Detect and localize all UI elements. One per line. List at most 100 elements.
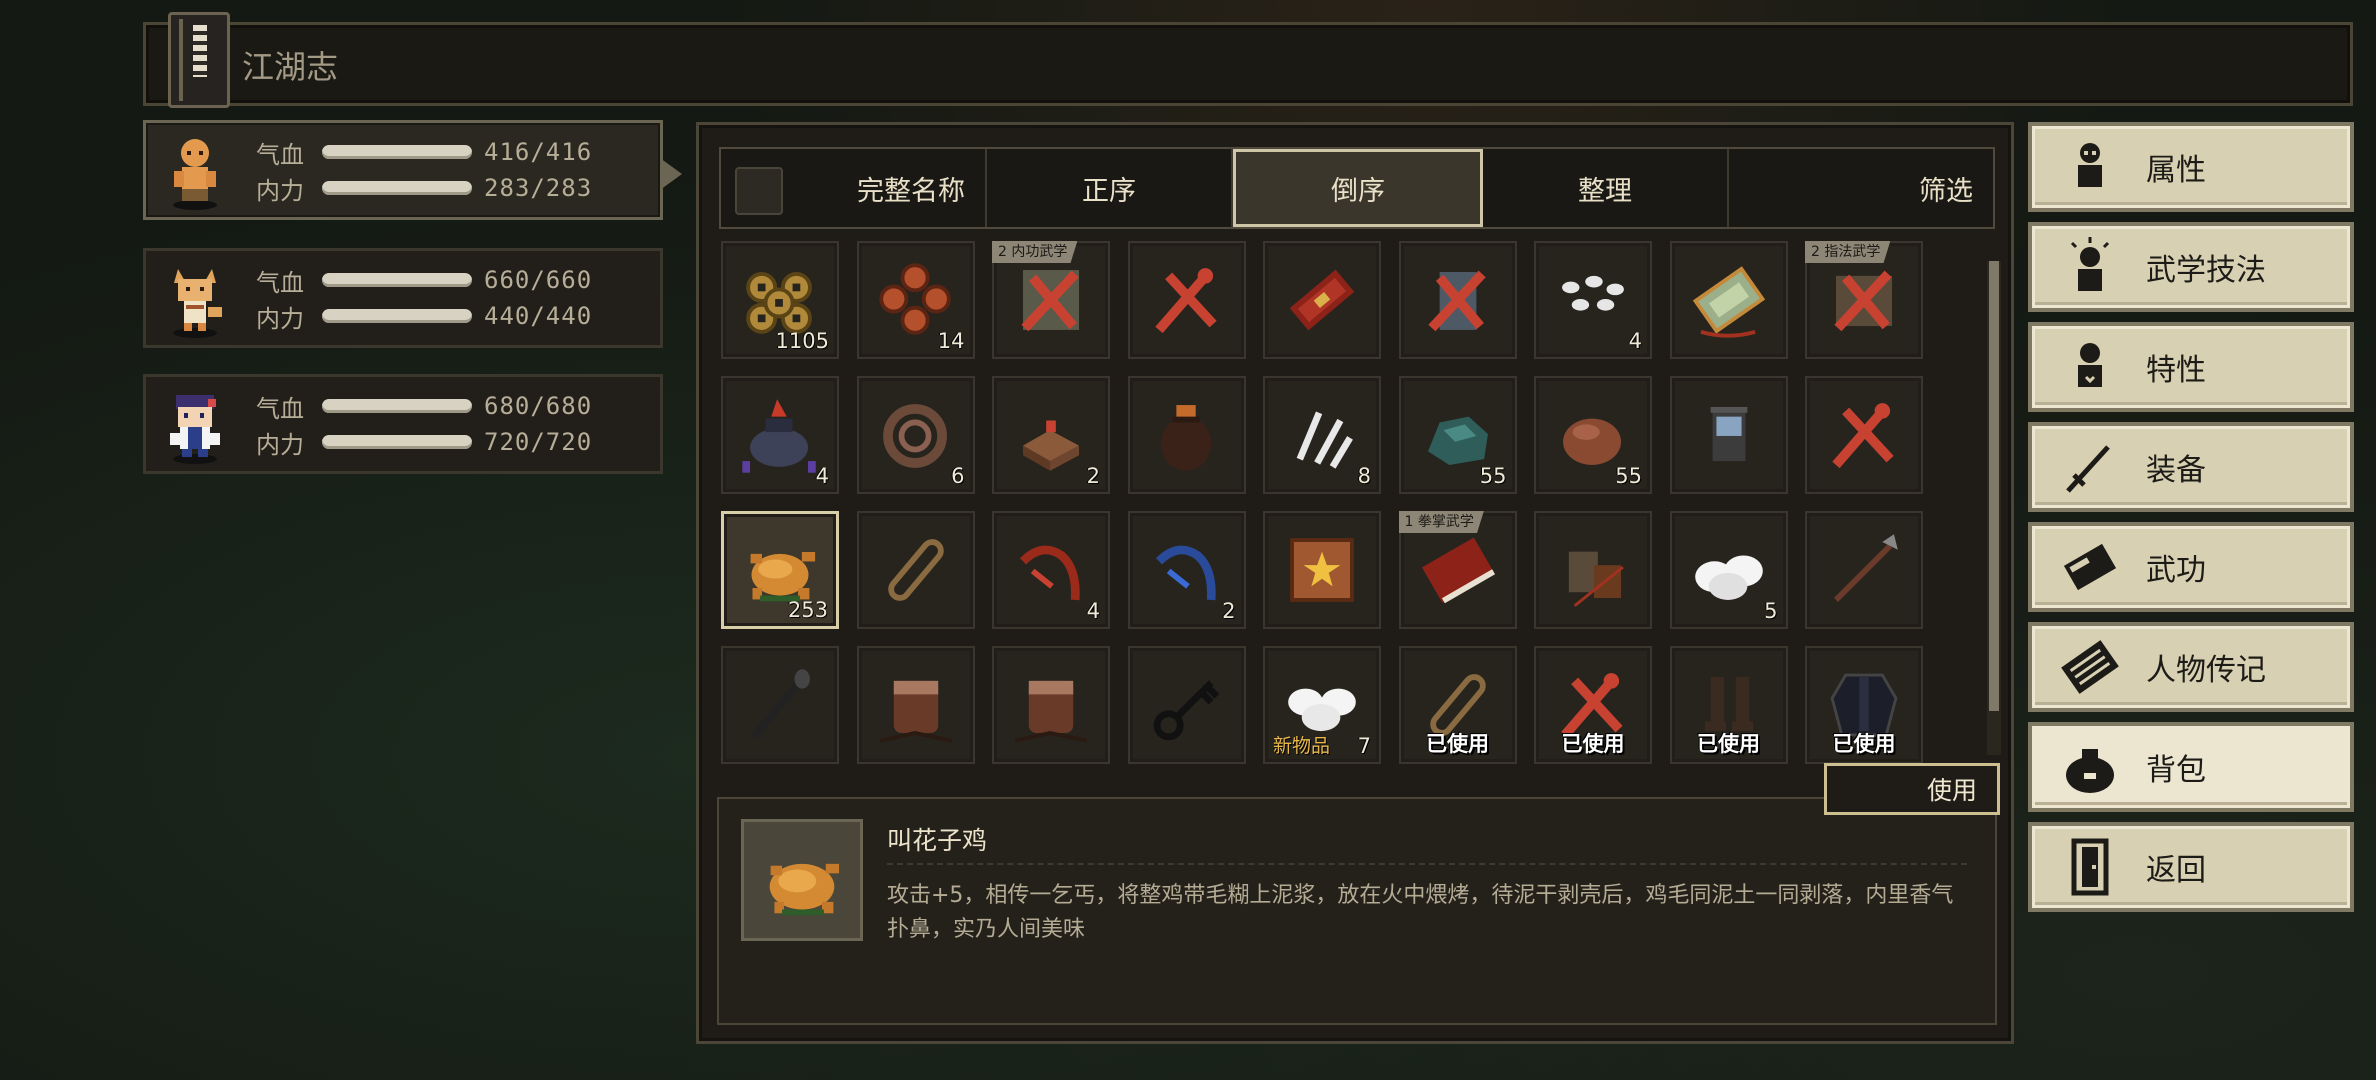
martial-book-icon — [2063, 543, 2117, 591]
barrel-icon — [879, 680, 952, 743]
mp-value: 440/440 — [484, 302, 593, 330]
book-icon — [168, 12, 230, 108]
item-count: 6 — [951, 464, 965, 488]
menu-label: 特性 — [2146, 353, 2206, 388]
full-name-checkbox[interactable] — [735, 167, 783, 215]
use-button[interactable]: 使用 — [1824, 763, 2000, 815]
bowl-bag-icon — [1568, 551, 1624, 607]
inventory-slot[interactable]: 2 — [1127, 511, 1246, 629]
inventory-slot[interactable] — [1669, 241, 1788, 359]
inventory-slot[interactable]: 已使用 — [1805, 646, 1923, 764]
jade-tablet-icon — [1692, 266, 1765, 338]
title-bar — [143, 22, 2353, 106]
inventory-slot[interactable]: 55 — [1398, 376, 1517, 494]
item-count: 2 — [1086, 464, 1100, 488]
inventory-slot[interactable]: 55 — [1534, 376, 1652, 494]
inventory-slot[interactable]: 6 — [856, 376, 975, 494]
item-count: 8 — [1357, 464, 1371, 488]
inventory-slot[interactable]: 已使用 — [1398, 646, 1517, 764]
menu-label: 武功 — [2146, 553, 2206, 588]
inventory-slot[interactable] — [1127, 646, 1246, 764]
item-count: 253 — [787, 598, 828, 622]
lantern-icon — [1710, 406, 1747, 462]
inventory-slot[interactable] — [1263, 511, 1381, 629]
roast-chicken-icon — [741, 819, 863, 941]
inventory-slot[interactable] — [1398, 241, 1517, 359]
inventory-slot[interactable]: 1 拳掌武学 — [1398, 511, 1517, 629]
inventory-slot[interactable] — [1805, 511, 1923, 629]
inventory-slot[interactable]: 已使用 — [1534, 646, 1652, 764]
item-count: 2 — [1222, 599, 1236, 623]
scrollbar-thumb[interactable] — [1989, 261, 1999, 711]
menu-button[interactable]: 特性 — [2028, 322, 2354, 412]
biography-book-icon — [2061, 640, 2119, 694]
key-icon — [1153, 680, 1219, 741]
tab-descending[interactable]: 倒序 — [1233, 149, 1483, 227]
star-map-icon — [1290, 538, 1354, 602]
red-book-icon — [1289, 269, 1355, 331]
inventory-slot[interactable] — [1127, 241, 1246, 359]
inventory-slot[interactable]: 2 — [992, 376, 1110, 494]
hp-label: 气血 — [256, 268, 304, 297]
inventory-slot[interactable]: 1105 — [721, 241, 839, 359]
inventory-slot[interactable] — [856, 646, 975, 764]
menu-label: 武学技法 — [2146, 253, 2266, 288]
menu-button[interactable]: 返回 — [2028, 822, 2354, 912]
inventory-slot[interactable] — [721, 646, 839, 764]
inventory-slot[interactable]: 14 — [856, 241, 975, 359]
menu-button[interactable]: 武学技法 — [2028, 222, 2354, 312]
menu-button[interactable]: 装备 — [2028, 422, 2354, 512]
inventory-slot[interactable] — [856, 511, 975, 629]
inventory-slot[interactable] — [1534, 511, 1652, 629]
inventory-slot[interactable] — [1669, 376, 1788, 494]
inventory-slot[interactable]: 7 新物品 — [1263, 646, 1381, 764]
inventory-slot[interactable]: 4 — [721, 376, 839, 494]
party-member-2[interactable]: 气血 660/660 内力 440/440 — [143, 248, 663, 348]
inventory-slot[interactable] — [1805, 376, 1923, 494]
item-count: 5 — [1764, 599, 1778, 623]
tab-organize-label: 整理 — [1578, 175, 1632, 207]
mp-value: 283/283 — [484, 174, 593, 202]
inventory-slot[interactable]: 已使用 — [1669, 646, 1788, 764]
rope-icon — [887, 539, 944, 601]
red-x-icon — [1832, 403, 1894, 469]
skill-tag: 2 内功武学 — [992, 241, 1078, 263]
inventory-slot[interactable] — [1127, 376, 1246, 494]
item-count: 4 — [815, 464, 829, 488]
used-label: 已使用 — [1561, 732, 1625, 756]
party-member-1[interactable]: 气血 416/416 内力 283/283 — [143, 120, 663, 220]
inventory-slot[interactable]: 5 — [1669, 511, 1788, 629]
inventory-slot[interactable]: 8 — [1263, 376, 1381, 494]
inventory-slot[interactable]: 253 — [721, 511, 839, 629]
menu-label: 装备 — [2146, 453, 2206, 488]
inventory-slot[interactable]: 2 内功武学 — [992, 241, 1110, 359]
party-member-3[interactable]: 气血 680/680 内力 720/720 — [143, 374, 663, 474]
wine-jar-icon — [1160, 405, 1211, 471]
menu-button[interactable]: 属性 — [2028, 122, 2354, 212]
used-label: 已使用 — [1426, 732, 1489, 756]
page-title: 江湖志 — [242, 48, 339, 86]
inventory-slot[interactable] — [992, 646, 1110, 764]
item-detail: 叫花子鸡 攻击+5，相传一乞丐，将整鸡带毛糊上泥浆，放在火中煨烤，待泥干剥壳后，… — [717, 797, 1997, 1025]
tab-full-name[interactable]: 完整名称 — [721, 149, 987, 227]
hp-bar — [322, 145, 472, 159]
hp-label: 气血 — [256, 140, 304, 169]
tab-descending-label: 倒序 — [1331, 175, 1385, 207]
inventory-slot[interactable]: 4 — [1534, 241, 1652, 359]
menu-label: 属性 — [2146, 153, 2206, 188]
tab-ascending[interactable]: 正序 — [987, 149, 1233, 227]
menu-button[interactable]: 武功 — [2028, 522, 2354, 612]
tab-organize[interactable]: 整理 — [1483, 149, 1729, 227]
tab-filter-label: 筛选 — [1919, 175, 1973, 207]
used-label: 已使用 — [1832, 732, 1896, 756]
menu-label: 返回 — [2146, 853, 2206, 888]
inventory-slot[interactable]: 2 指法武学 — [1805, 241, 1923, 359]
menu-button[interactable]: 人物传记 — [2028, 622, 2354, 712]
inventory-slot[interactable]: 4 — [992, 511, 1110, 629]
fox-avatar — [173, 269, 222, 338]
hp-value: 660/660 — [484, 266, 593, 294]
menu-button[interactable]: 背包 — [2028, 722, 2354, 812]
skill-tag: 2 指法武学 — [1805, 241, 1891, 263]
tab-filter[interactable]: 筛选 — [1729, 149, 1993, 227]
inventory-slot[interactable] — [1263, 241, 1381, 359]
